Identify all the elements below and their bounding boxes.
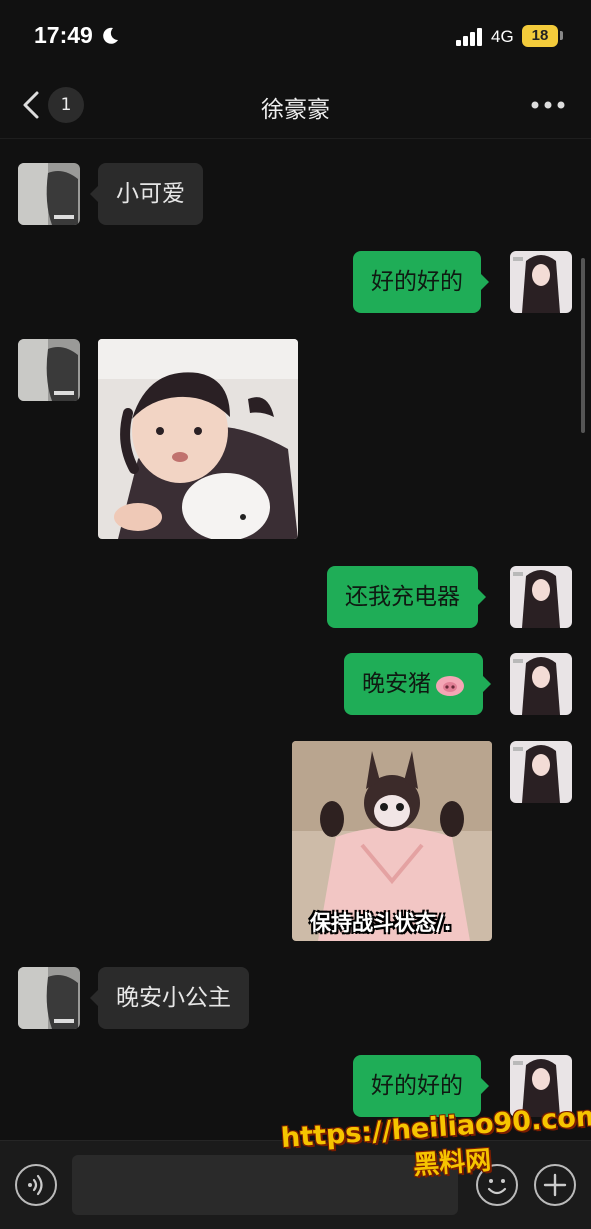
message-text: 还我充电器 <box>345 584 460 610</box>
status-bar: 17:49 4G 18 <box>0 0 591 72</box>
scrollbar[interactable] <box>581 258 585 433</box>
message-text: 好的好的 <box>371 1073 463 1099</box>
toddler-pouting-sticker[interactable] <box>98 339 298 539</box>
self-avatar[interactable] <box>510 741 572 803</box>
more-icon[interactable] <box>530 100 566 110</box>
sticker-caption: 保持战斗状态/. <box>310 911 452 935</box>
message-list[interactable]: 小可爱 好的好的 还我充电器 晚安猪 保持战斗状态/. 晚安小公主 好的好的 <box>0 139 591 1139</box>
message-bubble-outgoing[interactable]: 晚安猪 <box>344 653 491 715</box>
contact-avatar[interactable] <box>18 163 80 225</box>
status-time: 17:49 <box>34 22 93 48</box>
message-bubble-outgoing[interactable]: 还我充电器 <box>327 566 486 628</box>
doll-bunny-ears-sticker[interactable]: 保持战斗状态/. <box>292 741 492 941</box>
voice-icon <box>28 1174 43 1196</box>
chat-title: 徐豪豪 <box>261 97 330 123</box>
message-bubble-outgoing[interactable]: 好的好的 <box>353 1055 489 1117</box>
message-text: 小可爱 <box>116 181 185 207</box>
pig-face-emoji <box>436 675 464 696</box>
message-text: 好的好的 <box>371 269 463 295</box>
contact-avatar[interactable] <box>18 967 80 1029</box>
voice-button[interactable] <box>15 1164 57 1206</box>
message-bubble-outgoing[interactable]: 好的好的 <box>353 251 489 313</box>
self-avatar[interactable] <box>510 251 572 313</box>
self-avatar[interactable] <box>510 566 572 628</box>
message-text: 晚安猪 <box>362 671 431 697</box>
battery-tip <box>560 31 563 40</box>
contact-avatar[interactable] <box>18 339 80 401</box>
chat-header: 1 徐豪豪 <box>0 72 591 139</box>
message-bubble-incoming[interactable]: 晚安小公主 <box>90 967 249 1029</box>
message-text: 晚安小公主 <box>116 985 231 1011</box>
battery-indicator: 18 <box>522 25 558 47</box>
network-type: 4G <box>491 27 514 46</box>
self-avatar[interactable] <box>510 653 572 715</box>
signal-icon <box>456 28 482 46</box>
moon-icon <box>103 27 118 44</box>
message-bubble-incoming[interactable]: 小可爱 <box>90 163 203 225</box>
